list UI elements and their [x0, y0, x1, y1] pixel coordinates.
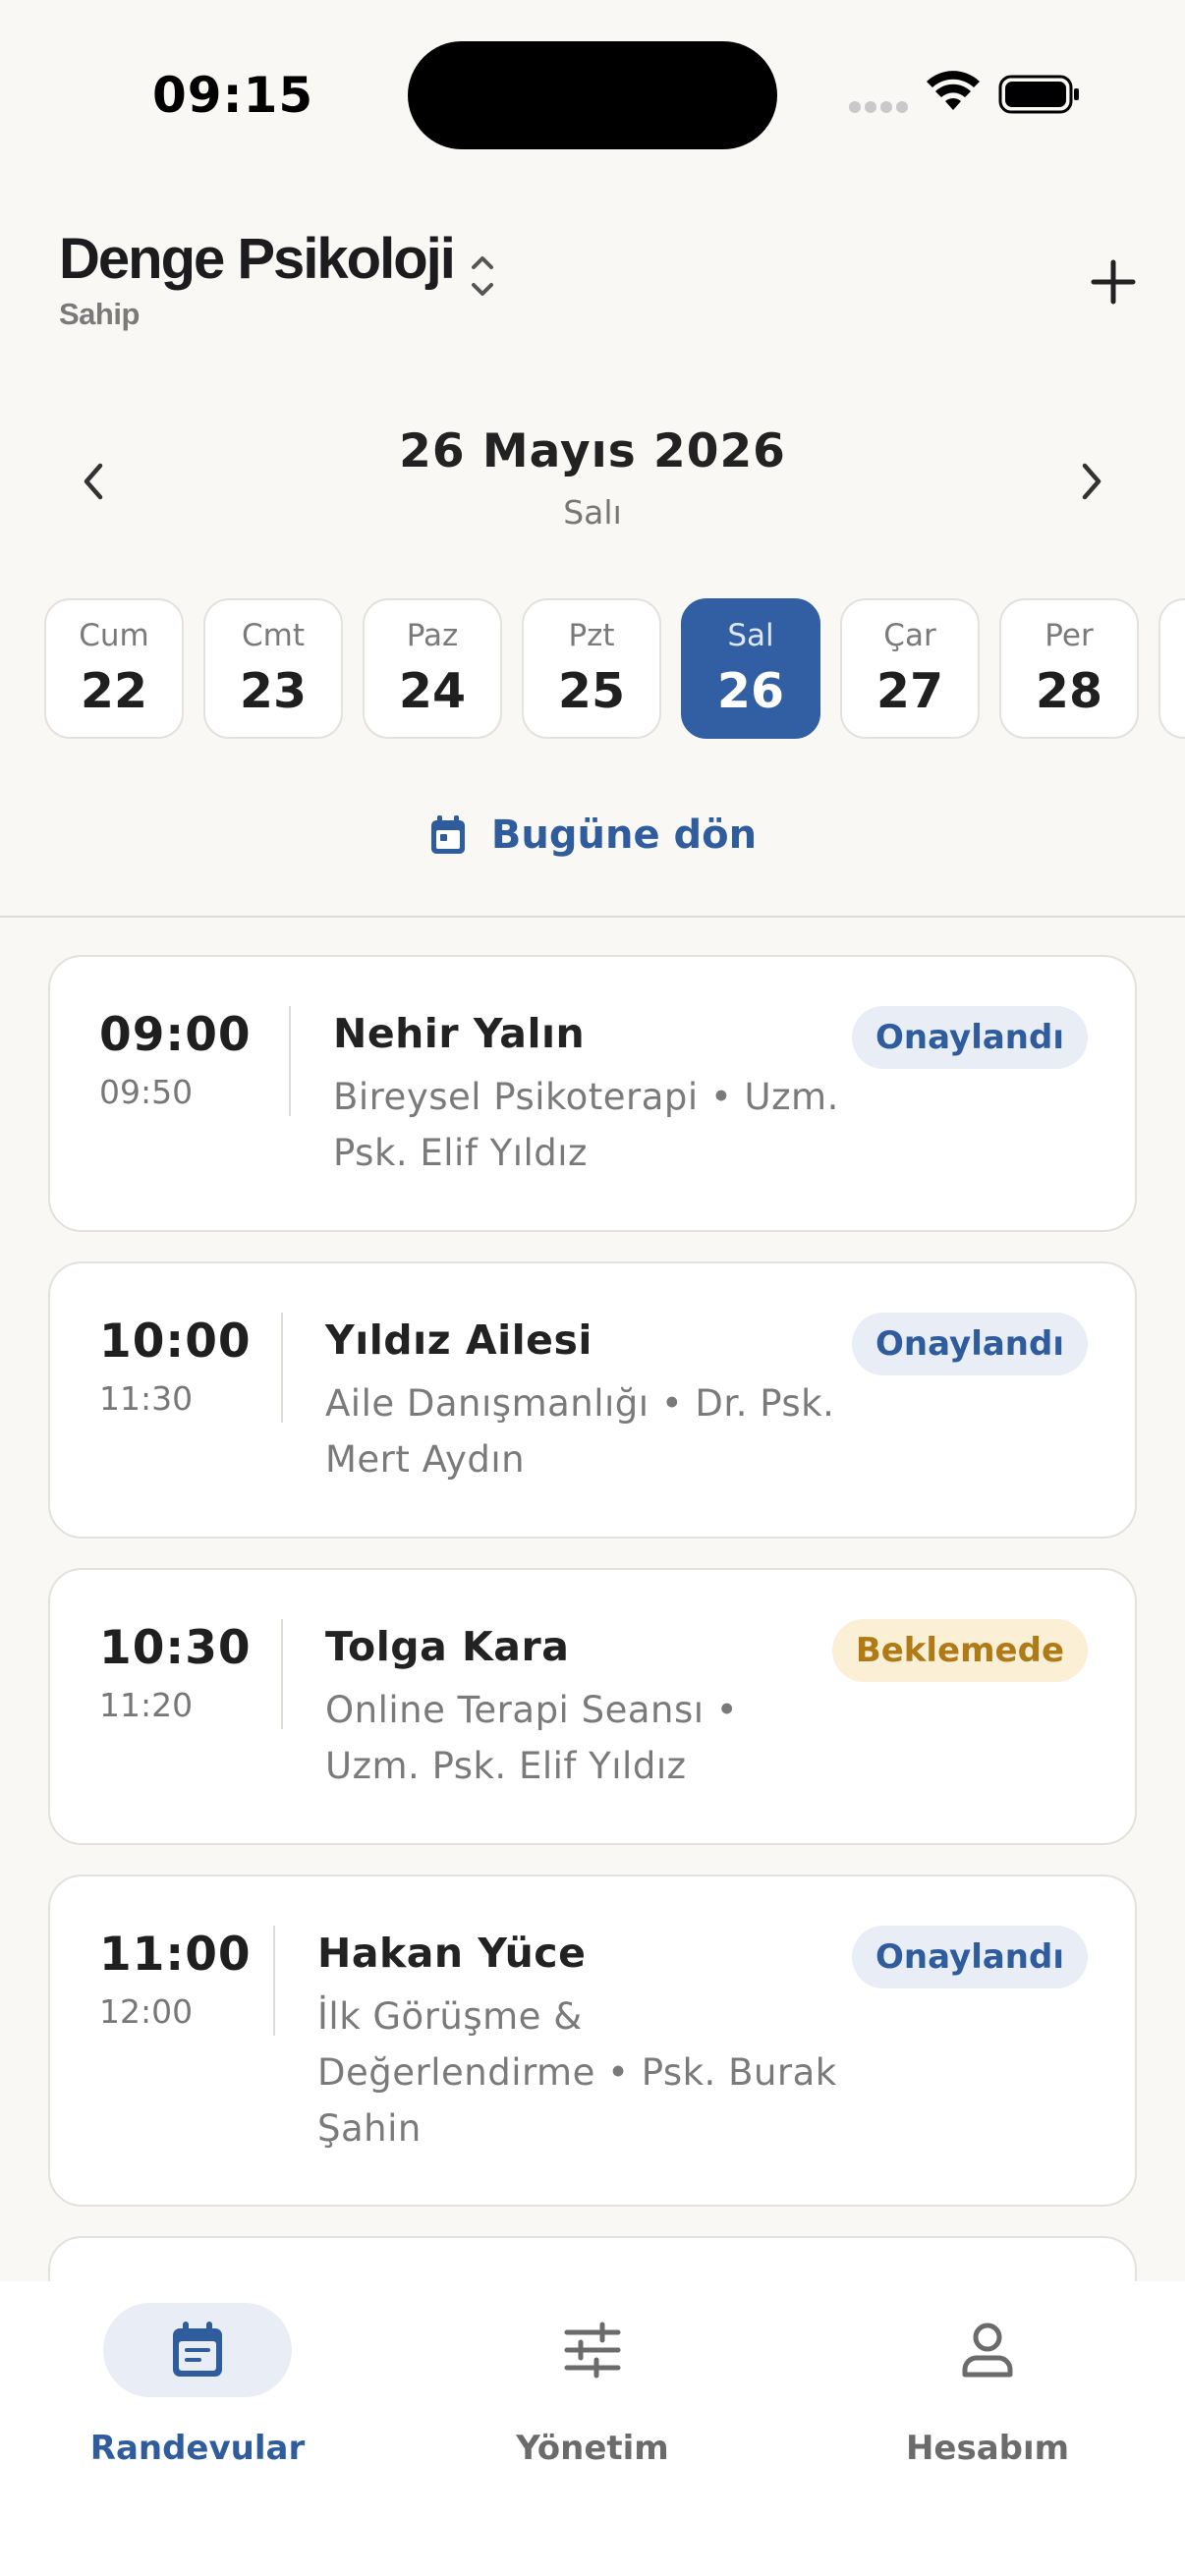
- client-name: Hakan Yüce: [317, 1930, 587, 1977]
- user-role: Sahip: [59, 297, 140, 331]
- wifi-icon: [927, 71, 980, 110]
- day-name: Pzt: [568, 618, 615, 653]
- app-header: Denge Psikoloji Sahip: [0, 216, 1185, 354]
- appointment-description: Bireysel Psikoterapi • Uzm. Psk. Elif Yı…: [333, 1076, 839, 1174]
- day-name: Per: [1044, 618, 1094, 653]
- status-badge: Onaylandı: [852, 1006, 1088, 1069]
- sliders-icon: [564, 2322, 621, 2379]
- day-number: 25: [557, 663, 626, 719]
- tab-account[interactable]: Hesabım: [790, 2281, 1185, 2478]
- back-to-today-button[interactable]: Bugüne dön: [0, 806, 1185, 865]
- end-time: 11:20: [99, 1686, 194, 1724]
- start-time: 09:00: [99, 1008, 252, 1062]
- status-badge: Onaylandı: [852, 1926, 1088, 1988]
- calendar-icon: [430, 815, 465, 854]
- selected-weekday: Salı: [563, 493, 622, 532]
- day-strip: Cum 22 Cmt 23 Paz 24 Pzt 25 Sal 26 Çar 2…: [44, 598, 1185, 741]
- day-pill[interactable]: Paz 24: [363, 598, 502, 739]
- appointment-card[interactable]: 10:30 11:20 Tolga Kara Online Terapi Sea…: [48, 1568, 1137, 1845]
- time-divider: [281, 1619, 283, 1729]
- calendar-icon: [173, 2322, 222, 2377]
- appointment-list[interactable]: 09:00 09:50 Nehir Yalın Bireysel Psikote…: [0, 918, 1185, 2281]
- start-time: 10:30: [99, 1621, 252, 1675]
- day-pill[interactable]: Pzt 25: [522, 598, 661, 739]
- battery-icon: [998, 75, 1079, 114]
- client-name: Yıldız Ailesi: [325, 1316, 592, 1364]
- day-name: Cum: [79, 618, 149, 653]
- day-number: 23: [239, 663, 308, 719]
- tab-bar: Randevular Yönetim Hesabım: [0, 2281, 1185, 2576]
- status-badge: Onaylandı: [852, 1313, 1088, 1375]
- appointment-card[interactable]: 09:00 09:50 Nehir Yalın Bireysel Psikote…: [48, 955, 1137, 1232]
- day-pill[interactable]: [1158, 598, 1185, 739]
- status-bar: 09:15: [0, 0, 1185, 187]
- date-navigator: 26 Mayıs 2026 Salı: [0, 413, 1185, 550]
- cellular-signal-icon: [849, 98, 910, 116]
- appointment-card[interactable]: 10:00 11:30 Yıldız Ailesi Aile Danışmanl…: [48, 1261, 1137, 1539]
- status-time: 09:15: [152, 67, 314, 124]
- appointment-description: İlk Görüşme & Değerlendirme • Psk. Burak…: [317, 1995, 837, 2150]
- back-to-today-label: Bugüne dön: [490, 812, 758, 858]
- time-divider: [273, 1926, 275, 2036]
- tab-label: Hesabım: [905, 2429, 1070, 2468]
- tab-label: Randevular: [89, 2429, 306, 2468]
- day-number: 27: [875, 663, 944, 719]
- time-divider: [289, 1006, 291, 1116]
- start-time: 10:00: [99, 1315, 252, 1369]
- day-name: Çar: [883, 618, 936, 653]
- day-pill[interactable]: Per 28: [999, 598, 1139, 739]
- selected-date: 26 Mayıs 2026: [399, 424, 786, 478]
- tab-management[interactable]: Yönetim: [395, 2281, 790, 2478]
- tab-icon-container: [498, 2303, 687, 2397]
- add-appointment-button[interactable]: [1081, 250, 1146, 314]
- plus-icon: [1091, 259, 1136, 305]
- chevron-right-icon: [1082, 463, 1101, 500]
- day-name: Paz: [406, 618, 459, 653]
- tab-label: Yönetim: [516, 2429, 669, 2468]
- client-name: Nehir Yalın: [333, 1010, 586, 1057]
- start-time: 11:00: [99, 1928, 252, 1982]
- tab-active-indicator: [103, 2303, 292, 2397]
- clinic-name[interactable]: Denge Psikoloji: [59, 226, 456, 292]
- tab-icon-container: [893, 2303, 1082, 2397]
- next-day-button[interactable]: [1061, 452, 1120, 511]
- client-name: Tolga Kara: [325, 1623, 570, 1670]
- end-time: 12:00: [99, 1992, 194, 2031]
- appointment-card[interactable]: [48, 2236, 1137, 2281]
- day-number: 22: [80, 663, 148, 719]
- appointment-description: Online Terapi Seansı • Uzm. Psk. Elif Yı…: [325, 1689, 739, 1787]
- chevron-up-down-icon[interactable]: [468, 250, 497, 303]
- end-time: 09:50: [99, 1073, 194, 1111]
- time-divider: [281, 1313, 283, 1423]
- day-name: Cmt: [242, 618, 305, 653]
- day-number: 26: [716, 663, 785, 719]
- day-number: 24: [398, 663, 467, 719]
- end-time: 11:30: [99, 1379, 194, 1418]
- day-number: 28: [1035, 663, 1103, 719]
- person-icon: [962, 2323, 1013, 2378]
- day-pill[interactable]: Çar 27: [840, 598, 980, 739]
- appointment-card[interactable]: 11:00 12:00 Hakan Yüce İlk Görüşme & Değ…: [48, 1875, 1137, 2207]
- day-pill-selected[interactable]: Sal 26: [681, 598, 820, 739]
- appointment-description: Aile Danışmanlığı • Dr. Psk. Mert Aydın: [325, 1382, 835, 1481]
- day-pill[interactable]: Cum 22: [44, 598, 184, 739]
- day-name: Sal: [727, 618, 774, 653]
- day-pill[interactable]: Cmt 23: [203, 598, 343, 739]
- dynamic-island: [408, 41, 777, 149]
- tab-appointments[interactable]: Randevular: [0, 2281, 395, 2478]
- status-badge: Beklemede: [831, 1619, 1088, 1682]
